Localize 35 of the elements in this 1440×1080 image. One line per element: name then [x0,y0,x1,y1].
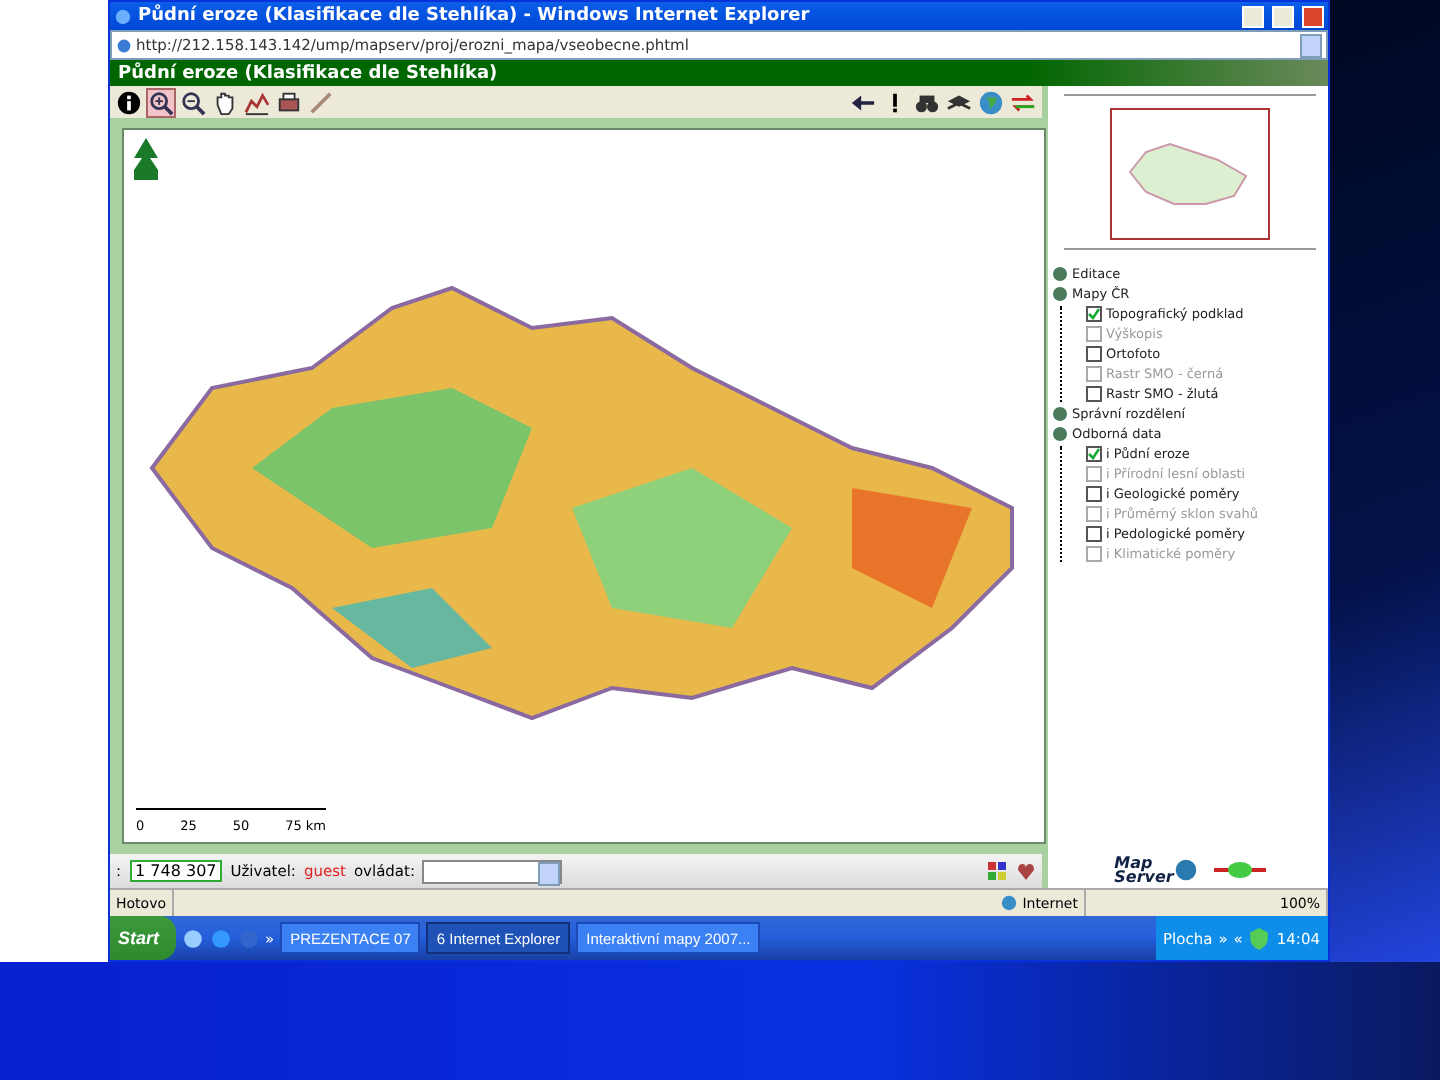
tree-logo-icon [132,138,160,182]
overview-map[interactable] [1110,108,1270,240]
tool-button[interactable] [242,87,272,117]
info-icon [116,89,142,115]
layer-checkbox[interactable] [1086,486,1102,502]
close-button[interactable] [1302,5,1324,27]
scale-field[interactable]: 1 748 307 [129,860,223,882]
layer-checkbox[interactable] [1086,446,1102,462]
layer-checkbox[interactable] [1086,346,1102,362]
printer-icon [276,89,302,115]
zoom-in-icon [148,89,174,115]
line-chart-icon [244,89,270,115]
logo-text: Server [1114,869,1174,884]
hand-icon [212,89,238,115]
dropdown-button[interactable] [1300,33,1322,57]
start-button[interactable]: Start [110,916,176,960]
logo-icon [1213,859,1266,880]
pencil-icon [308,89,334,115]
select-field[interactable] [422,859,563,883]
grid-icon[interactable] [988,861,1008,881]
tool-button[interactable] [114,87,144,117]
maximize-button[interactable] [1272,5,1294,27]
logo-text: Map [1114,855,1153,870]
window-title: Půdní eroze (Klasifikace dle Stehlíka) - Windows Internet Explorer [138,6,812,26]
zoom-out-icon [180,89,206,115]
tool-button[interactable] [146,87,176,117]
arrows-icon [1010,89,1036,115]
minimize-button[interactable] [1242,5,1264,27]
app-title: Půdní eroze (Klasifikace dle Stehlíka) [110,60,1328,86]
layer-checkbox[interactable] [1086,526,1102,542]
heart-icon[interactable] [1016,861,1036,881]
layer-checkbox[interactable] [1086,306,1102,322]
layer-checkbox[interactable] [1086,386,1102,402]
tool-button[interactable] [178,87,208,117]
tool-button[interactable] [274,87,304,117]
